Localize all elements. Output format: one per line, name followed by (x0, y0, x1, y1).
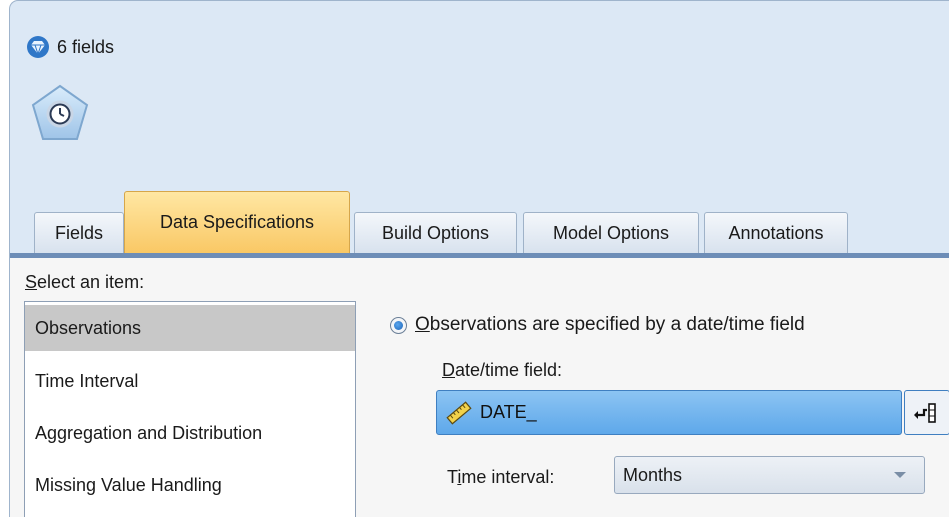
ruler-icon (446, 400, 472, 425)
date-time-field-label: Date/time field: (442, 360, 563, 380)
tab-fields[interactable]: Fields (34, 212, 124, 253)
field-picker-button[interactable] (904, 390, 949, 435)
date-time-field-value: DATE_ (480, 402, 537, 422)
title-bar: 6 fields (26, 35, 114, 59)
time-interval-dropdown[interactable]: Months (614, 456, 925, 494)
time-interval-value: Months (623, 464, 683, 485)
tab-content: Select an item: Observations Time Interv… (10, 258, 949, 517)
tab-model-options[interactable]: Model Options (523, 212, 699, 253)
tab-label: Data Specifications (159, 212, 315, 232)
tab-label: Build Options (381, 222, 490, 243)
chevron-down-icon (894, 472, 906, 478)
tab-bar: Fields Data Specifications Build Options… (10, 191, 949, 253)
radio-label: Observations are specified by a date/tim… (415, 314, 805, 335)
list-item-aggregation[interactable]: Aggregation and Distribution (25, 410, 355, 456)
list-item-label: Missing Value Handling (35, 474, 222, 495)
tab-annotations[interactable]: Annotations (704, 212, 848, 253)
field-picker-icon (914, 402, 936, 423)
tab-label: Annotations (728, 222, 824, 243)
time-interval-label: Time interval: (447, 467, 555, 487)
tab-data-specifications[interactable]: Data Specifications (124, 191, 350, 253)
dialog-panel: 6 fields Fields Data Specifications Buil… (9, 0, 949, 517)
list-item-observations[interactable]: Observations (25, 305, 355, 351)
item-list[interactable]: Observations Time Interval Aggregation a… (24, 301, 356, 517)
tab-label: Model Options (552, 222, 670, 243)
list-item-label: Aggregation and Distribution (35, 422, 263, 443)
observations-radio-option[interactable]: Observations are specified by a date/tim… (390, 314, 805, 336)
list-item-time-interval[interactable]: Time Interval (25, 358, 355, 404)
clock-node-icon (31, 84, 89, 140)
list-item-missing-values[interactable]: Missing Value Handling (25, 462, 355, 508)
diamond-icon (27, 36, 49, 58)
radio-button[interactable] (390, 316, 407, 334)
list-item-label: Time Interval (35, 370, 139, 391)
window-title: 6 fields (57, 36, 115, 57)
radio-dot (394, 320, 403, 330)
select-item-label: Select an item: (25, 272, 145, 292)
date-time-field-input[interactable]: DATE_ (436, 390, 902, 435)
tab-label: Fields (54, 222, 103, 243)
list-item-label: Observations (35, 317, 142, 338)
tab-build-options[interactable]: Build Options (354, 212, 517, 253)
